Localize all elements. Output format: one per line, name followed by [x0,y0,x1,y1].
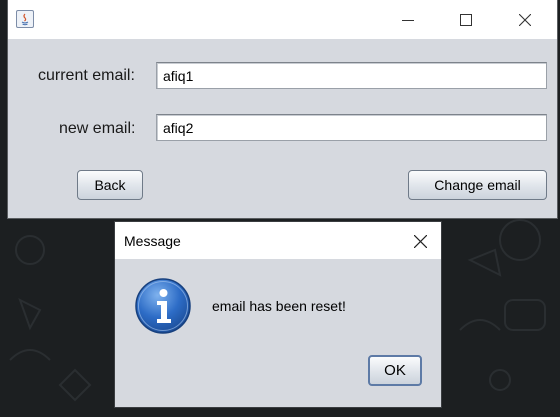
new-email-field[interactable] [156,114,547,141]
change-email-window: current email: new email: Back Change em… [8,0,557,218]
window-titlebar [8,0,557,39]
maximize-icon [460,13,472,26]
dialog-message: email has been reset! [212,298,346,314]
close-button[interactable] [502,0,548,39]
java-icon [16,10,34,28]
dialog-title: Message [124,233,181,249]
close-icon [519,13,531,26]
current-email-field[interactable] [156,62,547,89]
minimize-icon [402,19,414,21]
dialog-close-button[interactable] [405,226,435,256]
dialog-titlebar: Message [115,222,441,259]
minimize-button[interactable] [385,0,431,39]
new-email-label: new email: [59,120,136,137]
back-button[interactable]: Back [77,170,143,200]
maximize-button[interactable] [443,0,489,39]
ok-button[interactable]: OK [368,355,422,386]
message-dialog: Message email has been reset! OK [115,222,441,407]
information-icon [135,278,191,334]
close-icon [413,234,427,248]
change-email-button[interactable]: Change email [408,170,547,200]
current-email-label: current email: [38,67,135,84]
